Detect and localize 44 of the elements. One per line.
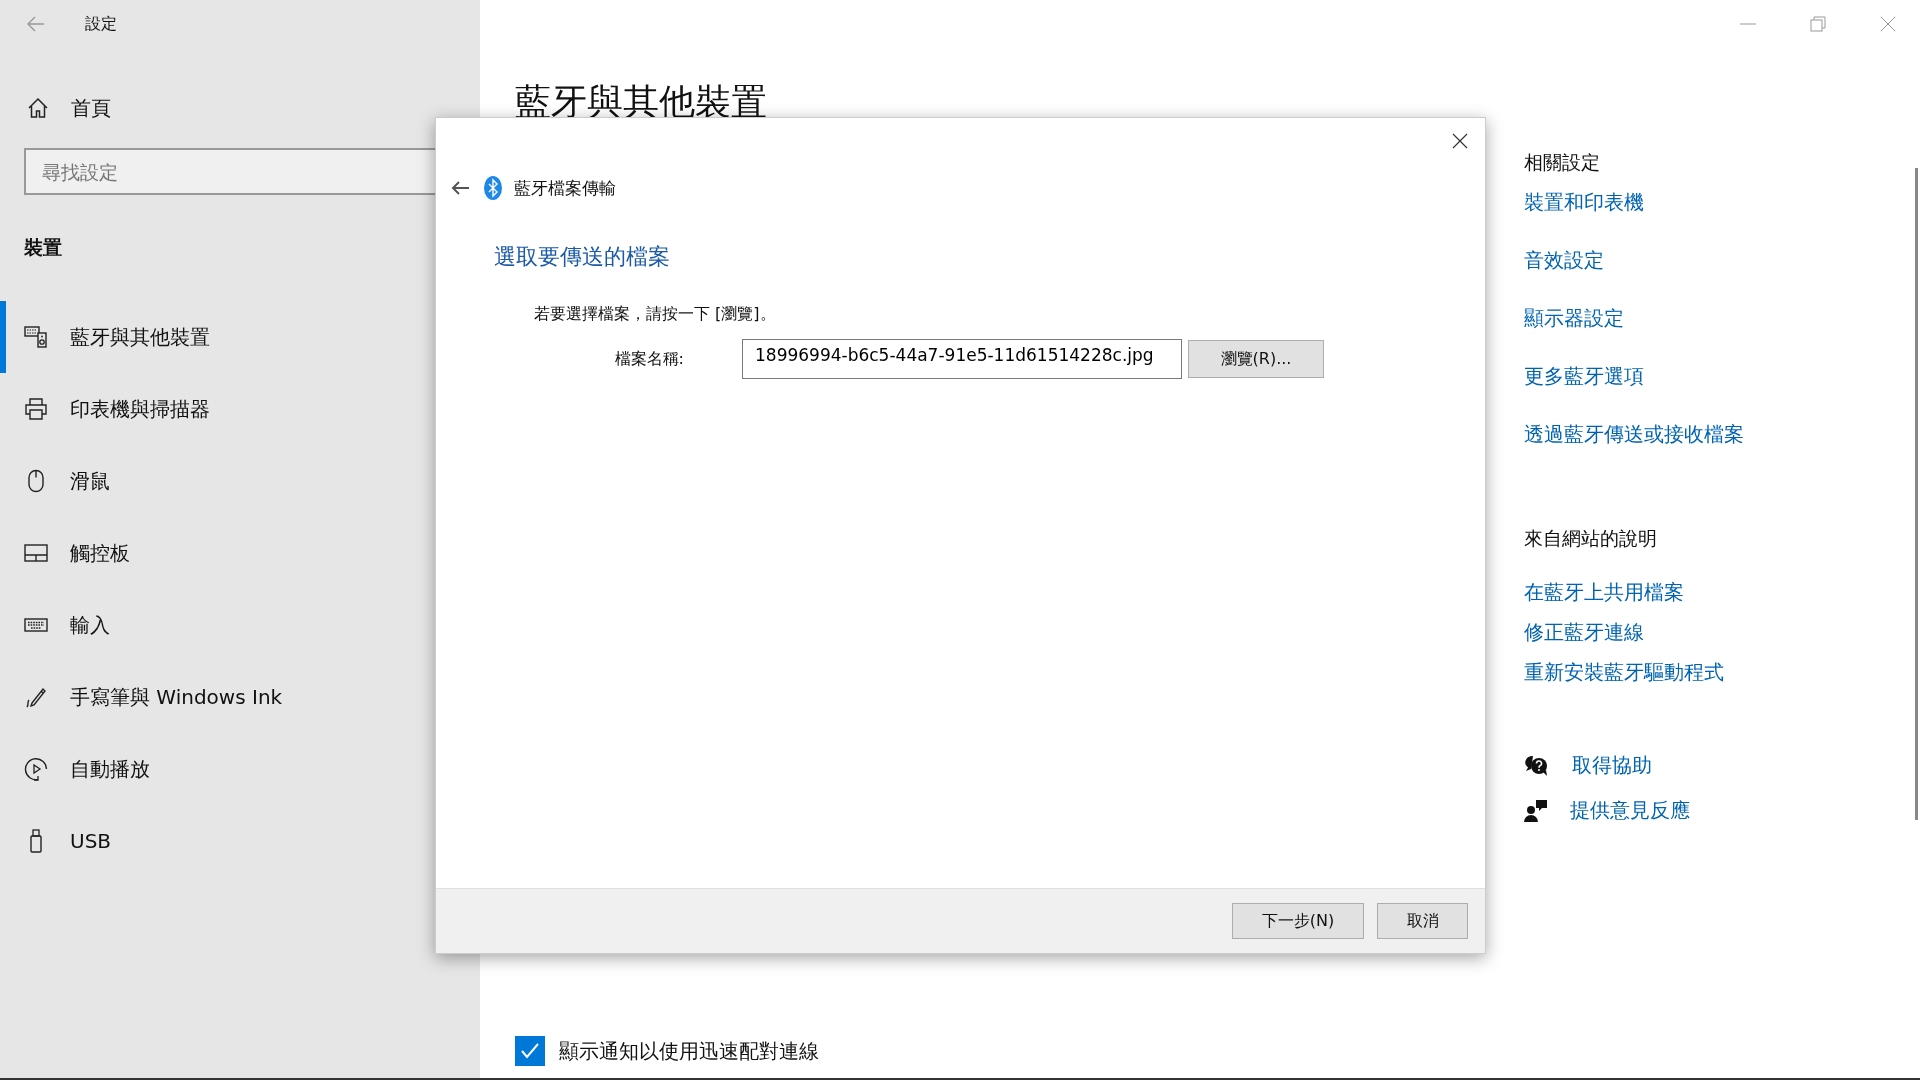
next-button[interactable]: 下一步(N) bbox=[1232, 903, 1364, 939]
dialog-heading: 選取要傳送的檔案 bbox=[494, 243, 671, 271]
sidebar-item[interactable]: 滑鼠 bbox=[0, 445, 480, 517]
cancel-button[interactable]: 取消 bbox=[1377, 903, 1468, 939]
sidebar-item[interactable]: 觸控板 bbox=[0, 517, 480, 589]
related-link[interactable]: 音效設定 bbox=[1524, 240, 1604, 298]
close-icon[interactable] bbox=[1452, 133, 1468, 149]
sidebar-item[interactable]: 印表機與掃描器 bbox=[0, 373, 480, 445]
feedback-person-icon bbox=[1524, 798, 1548, 823]
bluetooth-icon bbox=[484, 176, 502, 200]
section-heading: 裝置 bbox=[24, 235, 63, 260]
related-link[interactable]: 裝置和印表機 bbox=[1524, 182, 1644, 240]
file-name-field[interactable]: 18996994-b6c5-44a7-91e5-11d61514228c.jpg bbox=[742, 339, 1182, 379]
support-link[interactable]: 提供意見反應 bbox=[1570, 797, 1690, 824]
field-label: 檔案名稱: bbox=[613, 348, 684, 370]
window-title: 設定 bbox=[85, 13, 117, 35]
related-link[interactable]: 透過藍牙傳送或接收檔案 bbox=[1524, 414, 1744, 472]
checkbox-label: 顯示通知以使用迅速配對連線 bbox=[559, 1037, 819, 1065]
restore-icon[interactable] bbox=[1810, 16, 1826, 32]
browse-button[interactable]: 瀏覽(R)... bbox=[1188, 340, 1324, 378]
sidebar-item[interactable]: USB bbox=[0, 805, 480, 877]
section-heading: 來自網站的說明 bbox=[1524, 526, 1658, 551]
checkbox[interactable] bbox=[515, 1036, 545, 1066]
sidebar-item[interactable]: 手寫筆與 Windows Ink bbox=[0, 661, 480, 733]
help-chat-icon bbox=[1524, 753, 1550, 778]
printer-icon bbox=[24, 397, 48, 421]
sidebar-item[interactable]: 自動播放 bbox=[0, 733, 480, 805]
touchpad-icon bbox=[24, 541, 48, 565]
support-link[interactable]: 取得協助 bbox=[1572, 752, 1652, 779]
autoplay-icon bbox=[24, 757, 48, 781]
section-heading: 相關設定 bbox=[1524, 150, 1601, 175]
home-icon bbox=[27, 97, 49, 119]
dialog-title: 藍牙檔案傳輸 bbox=[514, 176, 616, 200]
instruction-text: 若要選擇檔案，請按一下 [瀏覽]。 bbox=[534, 304, 777, 325]
help-link[interactable]: 在藍牙上共用檔案 bbox=[1524, 572, 1684, 612]
back-icon[interactable] bbox=[450, 180, 470, 196]
related-link[interactable]: 更多藍牙選項 bbox=[1524, 356, 1644, 414]
related-link[interactable]: 顯示器設定 bbox=[1524, 298, 1624, 356]
keyboard-speaker-icon bbox=[24, 325, 48, 349]
pen-icon bbox=[24, 685, 48, 709]
help-link[interactable]: 修正藍牙連線 bbox=[1524, 612, 1644, 652]
help-link[interactable]: 重新安裝藍牙驅動程式 bbox=[1524, 652, 1724, 692]
home-link[interactable]: 首頁 bbox=[71, 94, 111, 122]
sidebar-item[interactable]: 輸入 bbox=[0, 589, 480, 661]
